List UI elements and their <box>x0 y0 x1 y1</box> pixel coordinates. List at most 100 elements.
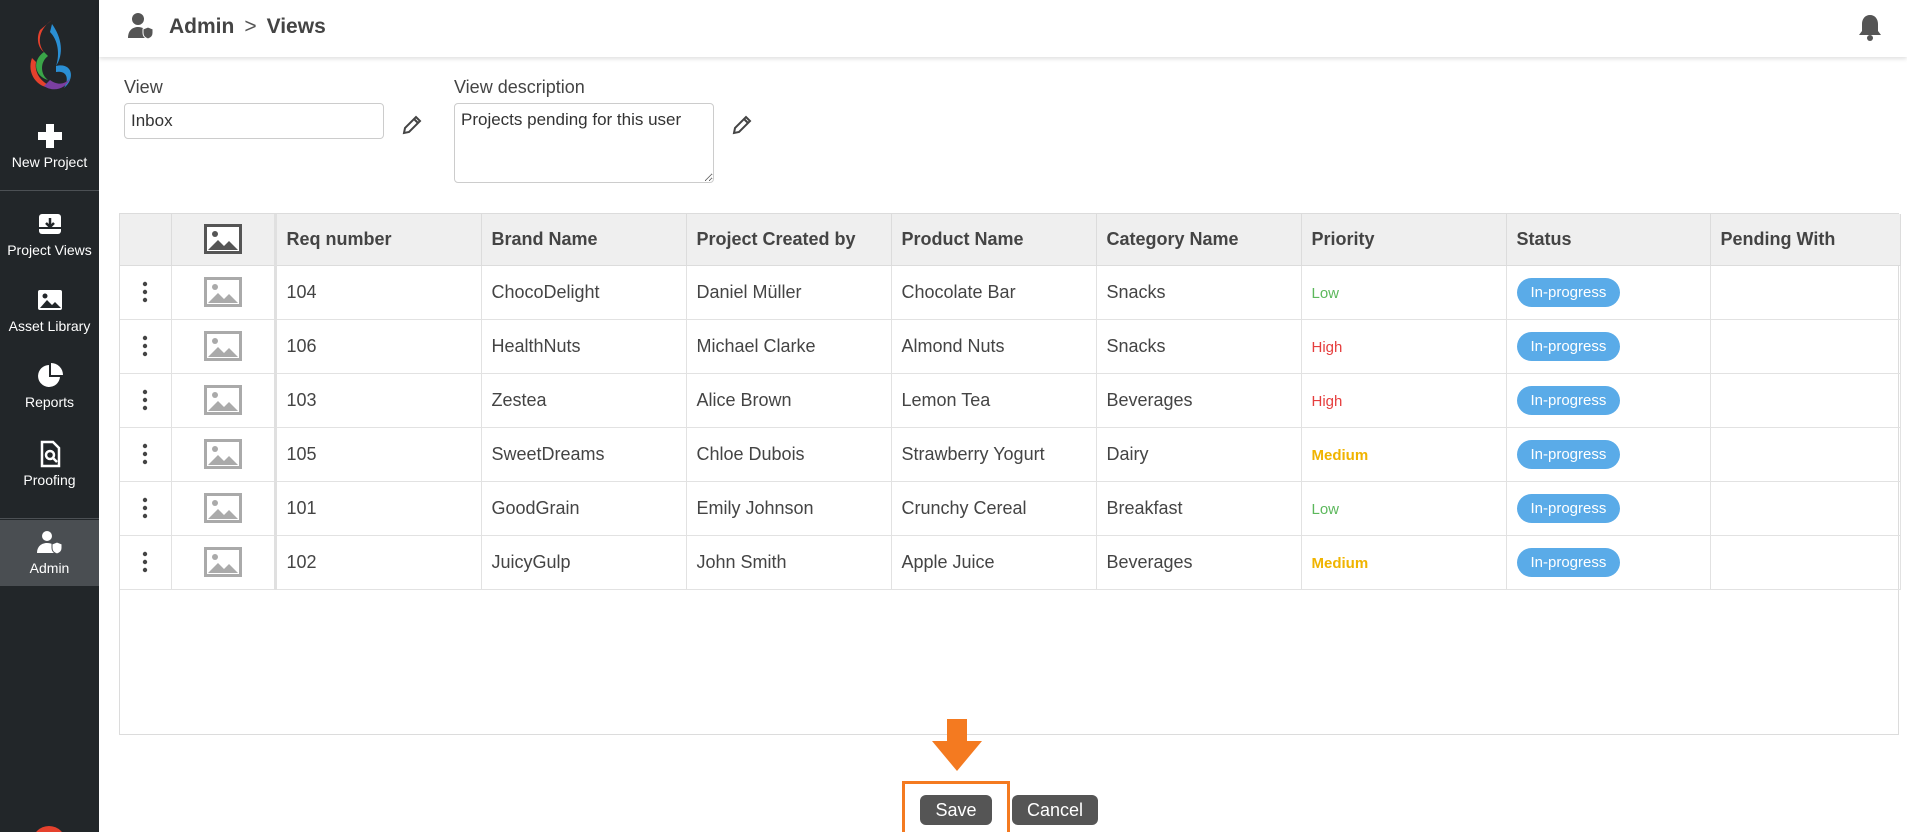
column-header-project-created-by[interactable]: Project Created by <box>686 214 892 266</box>
cell-brand-name: Zestea <box>481 373 687 428</box>
kebab-menu-icon[interactable] <box>142 281 148 303</box>
row-actions-cell[interactable] <box>120 427 172 482</box>
cell-status: In-progress <box>1506 265 1711 320</box>
cell-created-by: Daniel Müller <box>686 265 892 320</box>
kebab-menu-icon[interactable] <box>142 551 148 573</box>
cell-status: In-progress <box>1506 373 1711 428</box>
column-header-thumbnail <box>171 214 277 266</box>
column-header-product-name[interactable]: Product Name <box>891 214 1097 266</box>
row-actions-cell[interactable] <box>120 265 172 320</box>
priority-label: Low <box>1311 284 1340 302</box>
column-header-pending-with[interactable]: Pending With <box>1710 214 1901 266</box>
sidebar-item-label: New Project <box>11 154 88 170</box>
cell-product-name: Strawberry Yogurt <box>891 427 1097 482</box>
row-actions-cell[interactable] <box>120 319 172 374</box>
row-actions-cell[interactable] <box>120 535 172 590</box>
priority-label: Medium <box>1311 554 1369 572</box>
image-icon <box>37 290 62 310</box>
app-logo[interactable] <box>22 18 78 96</box>
table-row[interactable]: 104 ChocoDelight Daniel Müller Chocolate Ba… <box>120 265 1901 320</box>
row-thumbnail-cell <box>171 427 277 482</box>
priority-label: High <box>1311 338 1343 356</box>
sidebar-item-label: Asset Library <box>8 318 91 334</box>
table-row[interactable]: 106 HealthNuts Michael Clarke Almond Nuts Sn… <box>120 319 1901 374</box>
cell-priority: High <box>1301 373 1507 428</box>
cancel-button[interactable]: Cancel <box>1012 795 1098 825</box>
edit-description-pencil-icon[interactable] <box>731 114 753 136</box>
cell-brand-name: JuicyGulp <box>481 535 687 590</box>
kebab-menu-icon[interactable] <box>142 443 148 465</box>
breadcrumb-root[interactable]: Admin <box>169 15 234 38</box>
cell-brand-name: GoodGrain <box>481 481 687 536</box>
table-row[interactable]: 105 SweetDreams Chloe Dubois Strawberry Yog… <box>120 427 1901 482</box>
image-placeholder-icon <box>203 277 242 307</box>
cell-status: In-progress <box>1506 319 1711 374</box>
sidebar-divider <box>0 190 99 191</box>
priority-label: High <box>1311 392 1343 410</box>
top-header: Admin > Views <box>99 0 1907 57</box>
views-table: Req number Brand Name Project Created by… <box>120 214 1901 590</box>
sidebar-item-project-views[interactable]: Project Views <box>0 210 99 272</box>
kebab-menu-icon[interactable] <box>142 335 148 357</box>
sidebar-item-reports[interactable]: Reports <box>0 362 99 424</box>
views-table-container: Req number Brand Name Project Created by… <box>119 213 1901 735</box>
save-button[interactable]: Save <box>920 795 992 825</box>
cell-product-name: Apple Juice <box>891 535 1097 590</box>
sidebar-item-proofing[interactable]: Proofing <box>0 440 99 502</box>
row-thumbnail-cell <box>171 265 277 320</box>
status-badge: In-progress <box>1516 547 1621 577</box>
table-row[interactable]: 102 JuicyGulp John Smith Apple Juice Beverag… <box>120 535 1901 590</box>
image-placeholder-icon <box>203 493 242 523</box>
view-name-input[interactable] <box>124 103 384 139</box>
table-row[interactable]: 101 GoodGrain Emily Johnson Crunchy Cereal B… <box>120 481 1901 536</box>
plus-icon <box>37 124 62 148</box>
table-header-row: Req number Brand Name Project Created by… <box>120 214 1901 266</box>
sidebar-item-label: Reports <box>24 394 75 410</box>
cell-pending-with <box>1710 373 1901 428</box>
row-actions-cell[interactable] <box>120 373 172 428</box>
cell-req-number: 101 <box>275 481 482 536</box>
cell-req-number: 106 <box>275 319 482 374</box>
kebab-menu-icon[interactable] <box>142 389 148 411</box>
user-avatar[interactable] <box>32 826 66 832</box>
cell-req-number: 103 <box>275 373 482 428</box>
cell-category-name: Breakfast <box>1096 481 1302 536</box>
column-header-priority[interactable]: Priority <box>1301 214 1507 266</box>
edit-view-pencil-icon[interactable] <box>401 114 423 136</box>
breadcrumb-current: Views <box>266 15 326 38</box>
cell-priority: Low <box>1301 265 1507 320</box>
sidebar-divider <box>0 518 99 519</box>
priority-label: Low <box>1311 500 1340 518</box>
pie-chart-icon <box>37 363 63 387</box>
cell-brand-name: ChocoDelight <box>481 265 687 320</box>
cell-category-name: Snacks <box>1096 319 1302 374</box>
column-header-req-number[interactable]: Req number <box>275 214 482 266</box>
cell-priority: Medium <box>1301 535 1507 590</box>
kebab-menu-icon[interactable] <box>142 497 148 519</box>
down-arrow-icon <box>932 719 982 771</box>
view-description-textarea[interactable]: Projects pending for this user <box>454 103 714 183</box>
cell-product-name: Lemon Tea <box>891 373 1097 428</box>
sidebar-item-label: Project Views <box>7 242 92 258</box>
image-placeholder-icon <box>203 547 242 577</box>
sidebar-item-admin[interactable]: Admin <box>0 520 99 586</box>
cell-category-name: Beverages <box>1096 535 1302 590</box>
column-header-status[interactable]: Status <box>1506 214 1711 266</box>
row-actions-cell[interactable] <box>120 481 172 536</box>
sidebar-item-new-project[interactable]: New Project <box>0 122 99 184</box>
row-thumbnail-cell <box>171 319 277 374</box>
cell-pending-with <box>1710 427 1901 482</box>
sidebar-item-asset-library[interactable]: Asset Library <box>0 286 99 348</box>
column-header-brand-name[interactable]: Brand Name <box>481 214 687 266</box>
priority-label: Medium <box>1311 446 1369 464</box>
column-header-category-name[interactable]: Category Name <box>1096 214 1302 266</box>
sidebar-item-label: Admin <box>29 560 70 576</box>
status-badge: In-progress <box>1516 493 1621 523</box>
bell-icon[interactable] <box>1857 12 1883 42</box>
cell-product-name: Crunchy Cereal <box>891 481 1097 536</box>
breadcrumb-separator: > <box>244 15 257 38</box>
table-row[interactable]: 103 Zestea Alice Brown Lemon Tea Beverages Hi… <box>120 373 1901 428</box>
cell-pending-with <box>1710 265 1901 320</box>
cell-pending-with <box>1710 319 1901 374</box>
cell-priority: High <box>1301 319 1507 374</box>
